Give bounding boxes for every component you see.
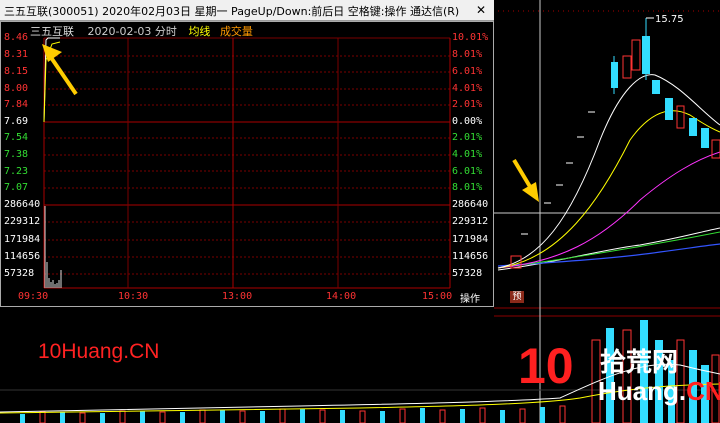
volume-axis-label: 286640 <box>4 199 41 210</box>
percent-label: 6.01% <box>452 166 483 177</box>
price-label: 8.00 <box>4 83 29 94</box>
logo-domain: Huang.CN <box>598 376 720 407</box>
percent-label: 8.01% <box>452 182 483 193</box>
annotation-arrow-crosshair-icon <box>512 158 539 202</box>
annotation-arrow-top-icon <box>42 44 78 96</box>
operate-button[interactable]: 操作 <box>455 290 485 305</box>
price-label: 7.54 <box>4 132 29 143</box>
price-label: 7.38 <box>4 149 29 160</box>
percent-label: 0.00% <box>452 116 483 127</box>
site-logo: 10 拾荒网 Huang.CN <box>518 338 720 420</box>
volume-bars <box>44 206 62 288</box>
volume-axis-label: 57328 <box>4 268 35 279</box>
time-axis-label: 14:00 <box>326 291 357 302</box>
price-label: 7.84 <box>4 99 29 110</box>
forecast-badge[interactable]: 预 <box>510 291 524 303</box>
volume-axis-label-right: 229312 <box>452 216 489 227</box>
logo-number: 10 <box>518 338 574 394</box>
volume-axis-label: 171984 <box>4 234 41 245</box>
percent-label: 2.01% <box>452 99 483 110</box>
percent-label: 6.01% <box>452 66 483 77</box>
volume-axis-label-right: 114656 <box>452 251 489 262</box>
kline-candles <box>510 18 720 269</box>
logo-cn-text: 拾荒网 <box>600 348 679 378</box>
logo-domain-suffix: CN <box>686 376 720 406</box>
time-axis-label: 15:00 <box>422 291 453 302</box>
kline-high-label: 15.75 <box>655 14 684 25</box>
volume-axis-label: 229312 <box>4 216 41 227</box>
volume-axis-label-right: 286640 <box>452 199 489 210</box>
logo-domain-prefix: Huang. <box>598 376 687 406</box>
percent-label: 10.01% <box>452 32 489 43</box>
price-label: 8.46 <box>4 32 29 43</box>
volume-axis-label-right: 171984 <box>452 234 489 245</box>
price-label: 8.31 <box>4 49 29 60</box>
price-grid <box>43 37 451 289</box>
percent-label: 4.01% <box>452 83 483 94</box>
percent-label: 8.01% <box>452 49 483 60</box>
time-axis-label: 10:30 <box>118 291 149 302</box>
percent-label: 2.01% <box>452 132 483 143</box>
price-label: 7.23 <box>4 166 29 177</box>
watermark-text: 10Huang.CN <box>38 340 160 363</box>
percent-label: 4.01% <box>452 149 483 160</box>
time-axis-label: 13:00 <box>222 291 253 302</box>
volume-axis-label-right: 57328 <box>452 268 483 279</box>
volume-axis-label: 114656 <box>4 251 41 262</box>
time-axis-label: 09:30 <box>18 291 49 302</box>
price-label: 8.15 <box>4 66 29 77</box>
price-label: 7.07 <box>4 182 29 193</box>
price-label: 7.69 <box>4 116 29 127</box>
